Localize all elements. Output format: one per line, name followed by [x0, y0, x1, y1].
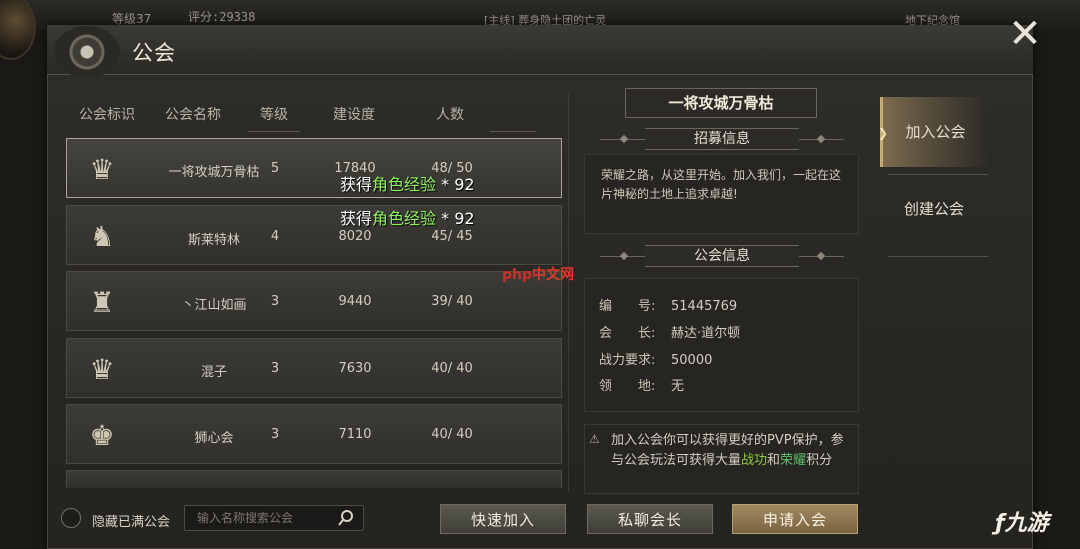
guild-people: 40/ 40 — [431, 361, 473, 376]
guild-build: 9440 — [338, 294, 372, 309]
window-title-bar — [47, 25, 1033, 75]
guild-row[interactable] — [66, 470, 562, 488]
player-avatar — [0, 0, 36, 60]
header-guild-people: 人数 — [436, 107, 464, 123]
guild-build: 7110 — [338, 427, 372, 442]
guild-build: 7630 — [338, 361, 372, 376]
guild-badge-icon: ♞ — [89, 219, 115, 253]
guild-level: 3 — [270, 427, 280, 442]
active-tab-arrow-icon: ❯ — [878, 126, 889, 140]
tab-divider — [888, 256, 988, 257]
guild-info-header: 公会信息 — [645, 245, 799, 267]
power-requirement-line: 战力要求: 50000 — [599, 353, 713, 368]
recruit-text: 荣耀之路，从这里开始。加入我们，一起在这片神秘的土地上追求卓越! — [601, 168, 842, 201]
list-divider — [568, 92, 569, 492]
chat-leader-button[interactable]: 私聊会长 — [587, 504, 713, 534]
guild-search-input[interactable] — [184, 505, 364, 531]
guild-id-line: 编 号: 51445769 — [599, 299, 738, 314]
guild-badge-icon: ♜ — [89, 285, 115, 319]
search-icon[interactable] — [338, 508, 358, 528]
header-guild-level: 等级 — [260, 107, 288, 123]
player-score: 评分:29338 — [188, 10, 256, 24]
guild-leader-line: 会 长: 赫达·道尔顿 — [599, 326, 741, 341]
header-divider — [490, 131, 536, 132]
guild-level: 4 — [270, 229, 280, 244]
site-logo: ƒ九游 — [995, 511, 1049, 536]
guild-row[interactable]: ♛ 混子 3 7630 40/ 40 — [66, 338, 562, 398]
guild-badge-icon: ♛ — [89, 352, 115, 386]
guild-level: 3 — [270, 361, 280, 376]
reward-notification: 获得角色经验 * 92 — [340, 175, 475, 194]
guild-people: 39/ 40 — [431, 294, 473, 309]
quick-join-button[interactable]: 快速加入 — [440, 504, 566, 534]
guild-people: 45/ 45 — [431, 229, 473, 244]
tab-join-guild[interactable]: 加入公会 — [880, 97, 988, 167]
guild-row[interactable]: ♛ 一将攻城万骨枯 5 17840 48/ 50 — [66, 138, 562, 198]
hide-full-label: 隐藏已满公会 — [92, 515, 171, 530]
reward-notification: 获得角色经验 * 92 — [340, 209, 475, 228]
guild-people: 40/ 40 — [431, 427, 473, 442]
warning-icon: ⚠ — [589, 432, 600, 446]
watermark: php中文网 — [502, 267, 575, 283]
guild-emblem-icon — [54, 26, 120, 78]
recruit-info-header: 招募信息 — [645, 128, 799, 150]
guild-badge-icon: ♛ — [89, 152, 115, 186]
window-title: 公会 — [132, 41, 176, 65]
selected-guild-name: 一将攻城万骨枯 — [625, 88, 817, 118]
guild-level: 3 — [270, 294, 280, 309]
join-tip-text: 加入公会你可以获得更好的PVP保护，参与公会玩法可获得大量战功和荣耀积分 — [611, 433, 844, 468]
guild-row[interactable]: ♜ 丶江山如画 3 9440 39/ 40 — [66, 271, 562, 331]
close-button[interactable]: ✕ — [1004, 14, 1046, 56]
guild-badge-icon: ♚ — [89, 418, 115, 452]
hide-full-toggle[interactable] — [61, 508, 81, 528]
header-guild-badge: 公会标识 — [79, 107, 135, 123]
apply-join-button[interactable]: 申请入会 — [732, 504, 858, 534]
guild-build: 8020 — [338, 229, 372, 244]
guild-row[interactable]: ♚ 狮心会 3 7110 40/ 40 — [66, 404, 562, 464]
guild-row[interactable]: ♞ 斯莱特林 4 8020 45/ 45 — [66, 205, 562, 265]
tab-create-guild[interactable]: 创建公会 — [880, 174, 988, 244]
guild-level: 5 — [270, 161, 280, 176]
territory-line: 领 地: 无 — [599, 379, 685, 394]
header-guild-build: 建设度 — [333, 107, 375, 123]
header-divider — [248, 131, 300, 132]
header-guild-name: 公会名称 — [165, 107, 221, 123]
